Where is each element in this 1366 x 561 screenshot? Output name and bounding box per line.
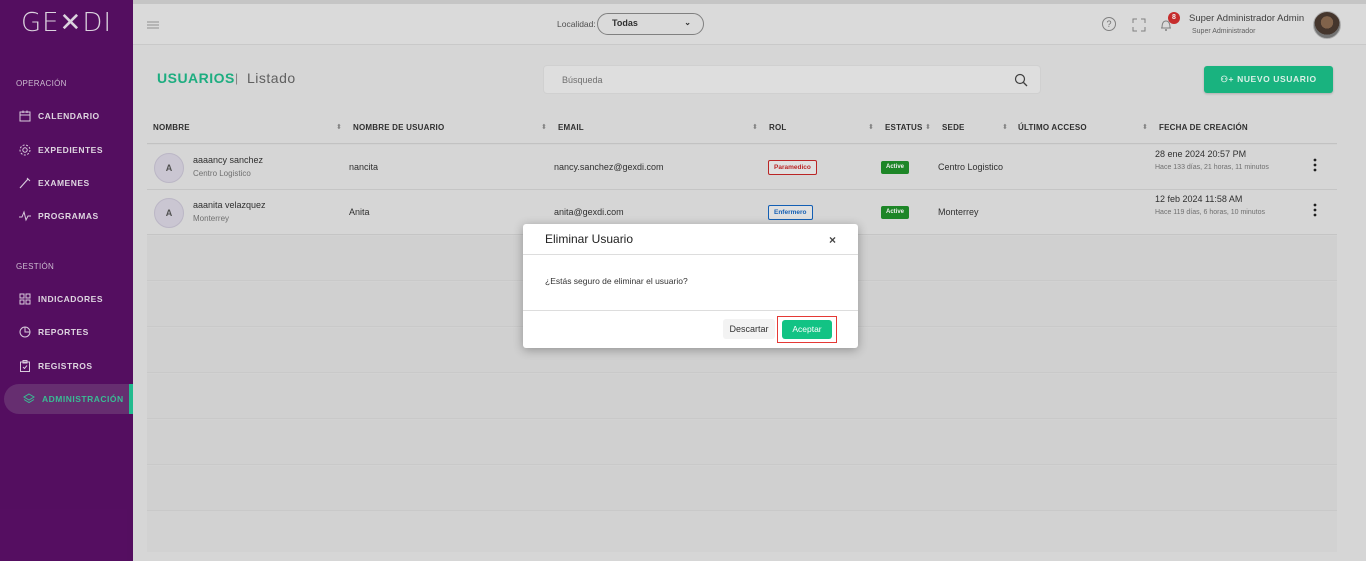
divider (523, 310, 858, 311)
close-icon[interactable]: × (829, 233, 836, 247)
divider (523, 254, 858, 255)
dialog-message: ¿Estás seguro de eliminar el usuario? (545, 276, 688, 286)
delete-user-dialog: Eliminar Usuario × ¿Estás seguro de elim… (523, 224, 858, 348)
dialog-title: Eliminar Usuario (545, 232, 634, 246)
cancel-button[interactable]: Descartar (723, 319, 775, 339)
accept-button[interactable]: Aceptar (782, 320, 832, 339)
